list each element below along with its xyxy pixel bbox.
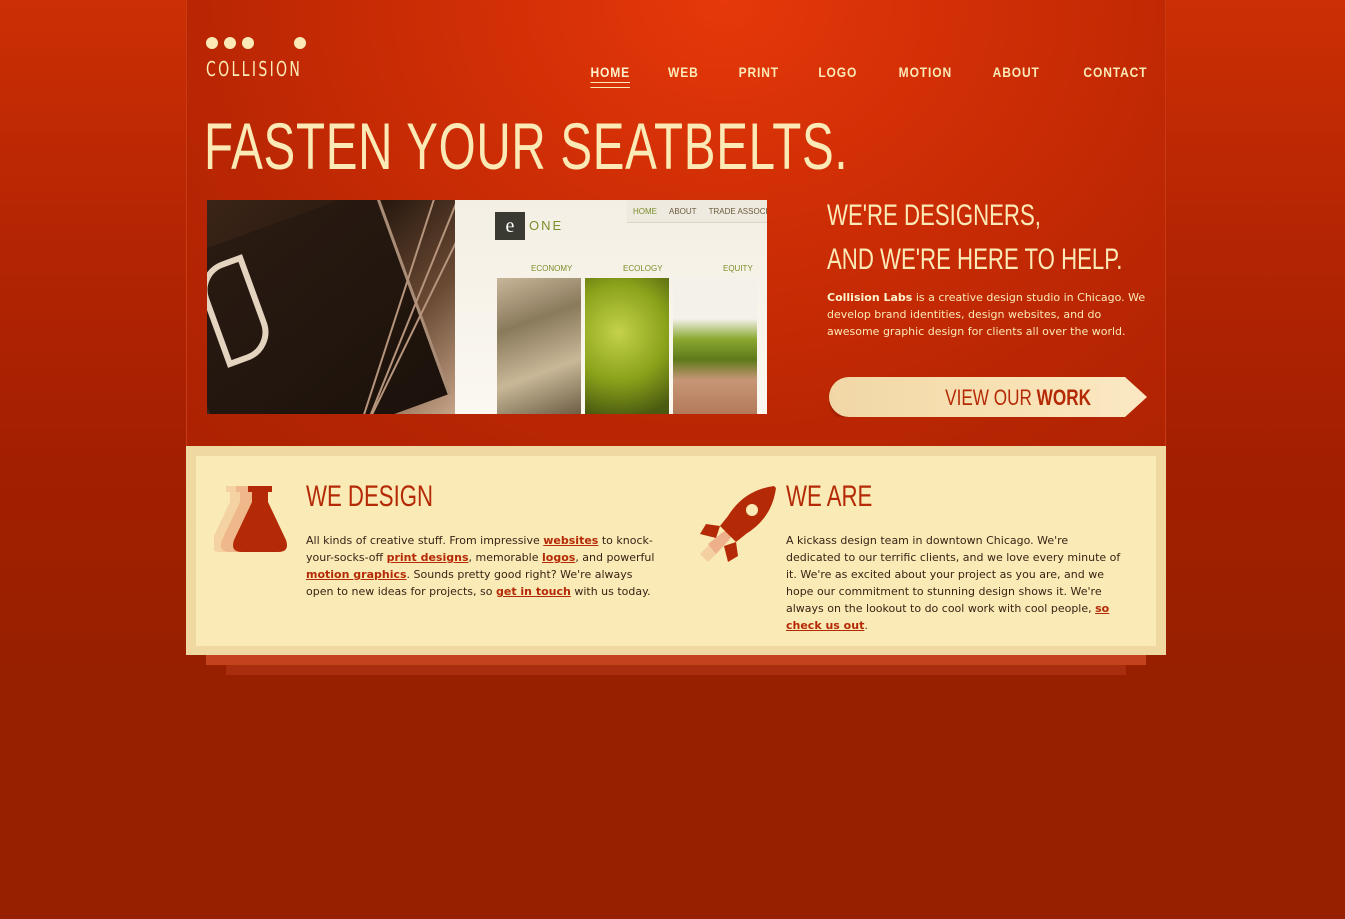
collision-logo[interactable]: COLLISION [206,37,316,83]
panel-shadow-layer [206,655,1146,665]
we-design-text: All kinds of creative stuff. From impres… [306,532,656,600]
text-span: . [864,619,868,632]
nav-item-contact[interactable]: CONTACT [1083,64,1147,84]
text-span: with us today. [570,585,651,598]
cta-label-prefix: VIEW OUR [945,385,1037,410]
features-panel-inner: WE DESIGN All kinds of creative stuff. F… [196,456,1156,646]
logo-dot-icon [224,37,236,49]
rocket-icon [700,486,776,562]
preview-nav-about: ABOUT [669,206,697,216]
nav-item-logo[interactable]: LOGO [818,64,857,84]
money-photo [497,278,581,414]
leaf-photo [585,278,669,414]
hero-section: COLLISION HOME WEB PRINT LOGO MOTION ABO… [186,0,1166,446]
text-span: , and powerful [575,551,655,564]
cta-label: VIEW OUR WORK [945,385,1091,411]
page-wrapper: COLLISION HOME WEB PRINT LOGO MOTION ABO… [186,0,1166,700]
print-designs-link[interactable]: print designs [387,551,469,564]
logo-wordmark: COLLISION [206,57,303,81]
preview-logo-mark: e [495,212,525,240]
view-our-work-button[interactable]: VIEW OUR WORK [829,377,1147,417]
hero-intro: Collision Labs is a creative design stud… [827,289,1157,340]
tagline-line-1: WE'RE DESIGNERS, [827,199,1041,232]
features-panel: WE DESIGN All kinds of creative stuff. F… [186,446,1166,655]
we-design-title: WE DESIGN [306,480,434,513]
preview-nav-home: HOME [633,206,657,216]
preview-col-label: EQUITY [723,264,753,273]
logo-dot-icon [294,37,306,49]
we-are-title: WE ARE [786,480,873,513]
preview-col-label: ECOLOGY [623,264,663,273]
preview-site-nav: HOME ABOUT TRADE ASSOCIATI [627,200,767,223]
panel-shadow-layer [226,665,1126,675]
text-span: , memorable [468,551,542,564]
text-span: All kinds of creative stuff. From impres… [306,534,544,547]
nav-item-web[interactable]: WEB [668,64,699,84]
preview-nav-trade: TRADE ASSOCIATI [708,206,767,216]
main-nav: HOME WEB PRINT LOGO MOTION ABOUT CONTACT [551,64,1147,88]
nav-item-motion[interactable]: MOTION [898,64,951,84]
tagline-line-2: AND WE'RE HERE TO HELP. [827,243,1123,276]
nav-item-about[interactable]: ABOUT [992,64,1039,84]
motion-graphics-link[interactable]: motion graphics [306,568,407,581]
print-work-photo [207,200,481,414]
we-are-text: A kickass design team in downtown Chicag… [786,532,1126,634]
intro-company-name: Collision Labs [827,291,913,304]
preview-col-label: ECONOMY [531,264,573,273]
web-work-screenshot: HOME ABOUT TRADE ASSOCIATI e ONE ECONOMY… [455,200,767,414]
logo-dot-icon [206,37,218,49]
hero-tagline: WE'RE DESIGNERS, AND WE'RE HERE TO HELP. [827,194,1122,282]
websites-link[interactable]: websites [543,534,598,547]
logo-dot-icon [242,37,254,49]
flask-icon [214,486,287,552]
nav-item-home[interactable]: HOME [590,64,630,88]
logos-link[interactable]: logos [542,551,575,564]
plant-photo [673,278,757,414]
preview-logo-word: ONE [529,218,564,233]
hero-headline: FASTEN YOUR SEATBELTS. [204,109,849,183]
nav-item-print[interactable]: PRINT [738,64,778,84]
get-in-touch-link[interactable]: get in touch [496,585,571,598]
cta-label-strong: WORK [1036,385,1091,410]
text-span: A kickass design team in downtown Chicag… [786,534,1121,615]
portfolio-showcase-image[interactable]: HOME ABOUT TRADE ASSOCIATI e ONE ECONOMY… [207,200,767,414]
